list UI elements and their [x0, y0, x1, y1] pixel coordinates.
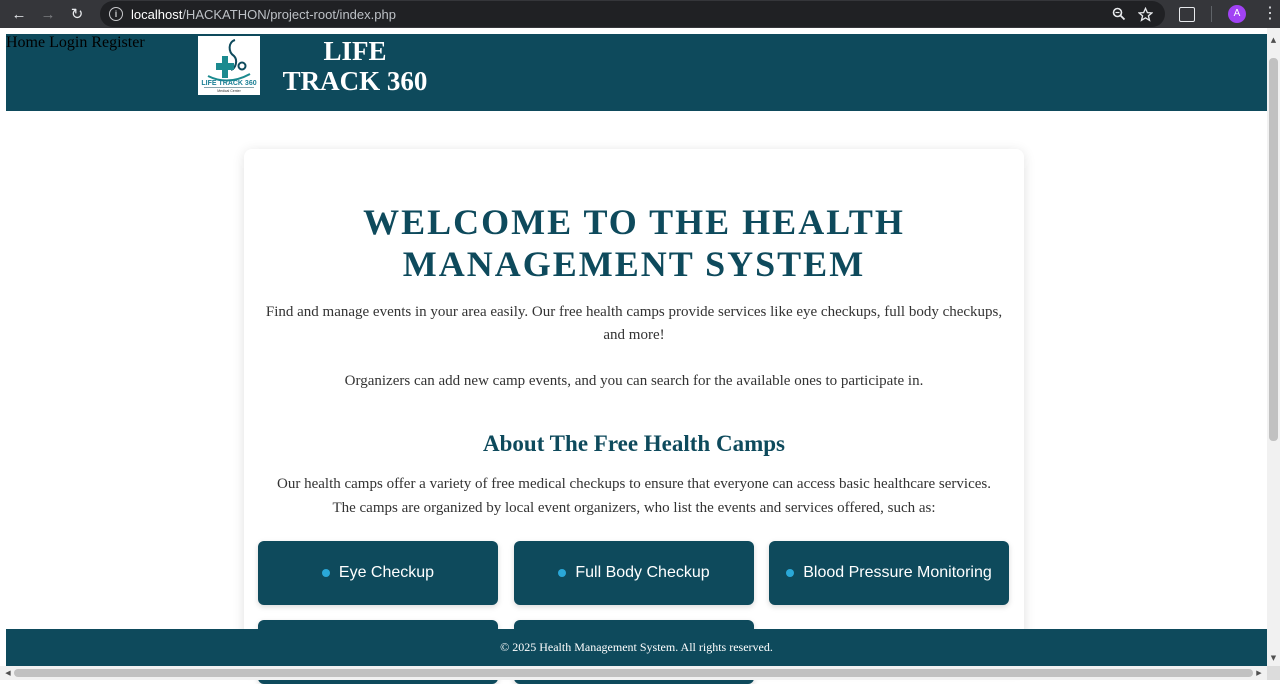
bookmark-star-icon[interactable] [1138, 6, 1153, 22]
url-host: localhost [131, 6, 183, 22]
page-title: WELCOME TO THE HEALTH MANAGEMENT SYSTEM [244, 201, 1024, 285]
forward-arrow-icon[interactable]: → [38, 4, 58, 24]
nav-register[interactable]: Register [91, 34, 144, 51]
scrollbar-corner [1267, 666, 1280, 680]
main-nav: Home Login Register [6, 34, 1267, 52]
service-full-body-checkup[interactable]: Full Body Checkup [514, 541, 754, 605]
scroll-down-arrow-icon[interactable]: ▼ [1267, 652, 1280, 664]
about-title: About The Free Health Camps [483, 431, 785, 456]
brand-line-1: LIFE [323, 36, 387, 66]
vertical-scroll-thumb[interactable] [1269, 58, 1278, 441]
scroll-up-arrow-icon[interactable]: ▲ [1267, 34, 1280, 46]
brand-line-2: TRACK 360 [282, 66, 428, 96]
address-bar[interactable]: i localhost/HACKATHON/project-root/index… [100, 1, 1165, 27]
site-header: LIFE TRACK 360 Medical Center LIFE TRACK… [6, 34, 1267, 111]
horizontal-scroll-thumb[interactable] [14, 669, 1253, 677]
bullet-icon [321, 569, 330, 577]
svg-text:LIFE TRACK 360: LIFE TRACK 360 [201, 80, 256, 87]
vertical-scrollbar[interactable]: ▲ ▼ [1267, 28, 1280, 666]
title-line-1: WELCOME TO THE HEALTH [363, 202, 905, 242]
organizers-text: Organizers can add new camp events, and … [344, 373, 924, 389]
site-logo[interactable]: LIFE TRACK 360 Medical Center [198, 36, 260, 95]
scroll-right-arrow-icon[interactable]: ▶ [1253, 666, 1265, 680]
more-menu-icon[interactable]: ⋮ [1262, 6, 1278, 22]
service-label: Full Body Checkup [575, 564, 710, 581]
reload-icon[interactable]: ↻ [67, 4, 87, 24]
welcome-card: WELCOME TO THE HEALTH MANAGEMENT SYSTEM … [244, 149, 1024, 684]
bullet-icon [558, 569, 567, 577]
service-blood-pressure[interactable]: Blood Pressure Monitoring [769, 541, 1009, 605]
service-label: Eye Checkup [338, 564, 435, 581]
zoom-icon[interactable] [1112, 7, 1126, 21]
scroll-left-arrow-icon[interactable]: ◀ [2, 666, 14, 680]
service-label: Blood Pressure Monitoring [803, 564, 992, 581]
url-path: /HACKATHON/project-root/index.php [182, 6, 396, 22]
profile-avatar[interactable]: A [1228, 5, 1246, 23]
nav-home[interactable]: Home [6, 34, 45, 51]
back-arrow-icon[interactable]: ← [9, 4, 29, 24]
bullet-icon [786, 569, 795, 577]
toolbar-divider [1211, 6, 1212, 22]
title-line-2: MANAGEMENT SYSTEM [402, 244, 866, 284]
horizontal-scrollbar[interactable]: ◀ ▶ [0, 666, 1267, 680]
url-text[interactable]: localhost/HACKATHON/project-root/index.p… [131, 7, 396, 22]
brand-name: LIFE TRACK 360 [280, 36, 430, 96]
site-footer: © 2025 Health Management System. All rig… [6, 629, 1267, 666]
browser-toolbar: ← → ↻ i localhost/HACKATHON/project-root… [0, 0, 1280, 28]
extensions-icon[interactable] [1179, 6, 1195, 22]
about-text: Our health camps offer a variety of free… [277, 476, 991, 516]
copyright-text: © 2025 Health Management System. All rig… [500, 640, 773, 654]
site-info-icon[interactable]: i [109, 7, 123, 21]
svg-text:Medical Center: Medical Center [217, 89, 241, 93]
service-eye-checkup[interactable]: Eye Checkup [258, 541, 498, 605]
medical-logo-icon: LIFE TRACK 360 Medical Center [198, 36, 260, 95]
nav-login[interactable]: Login [49, 34, 87, 51]
intro-text: Find and manage events in your area easi… [265, 304, 1003, 343]
